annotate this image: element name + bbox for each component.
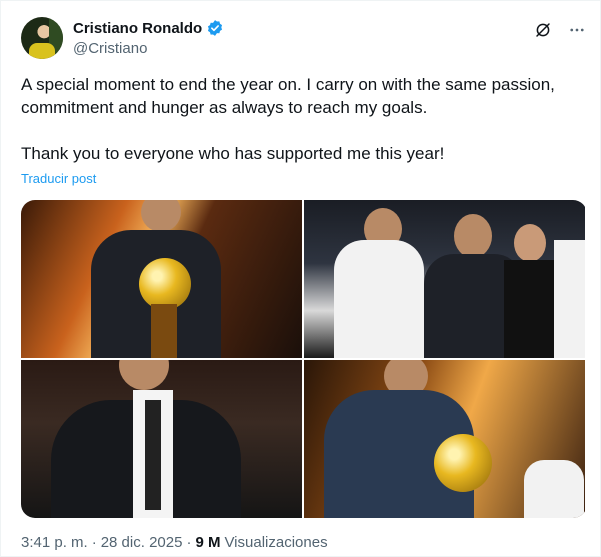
photo-ronaldo-stage[interactable] bbox=[304, 360, 585, 518]
tweet-text: A special moment to end the year on. I c… bbox=[21, 73, 581, 165]
photo-ronaldo-audience[interactable] bbox=[304, 200, 585, 358]
more-options-icon[interactable] bbox=[568, 21, 586, 39]
author-handle[interactable]: @Cristiano bbox=[73, 40, 147, 57]
views-label: Visualizaciones bbox=[224, 534, 328, 551]
media-grid bbox=[21, 200, 587, 518]
verified-badge-icon bbox=[208, 20, 223, 36]
tweet-time[interactable]: 3:41 p. m. bbox=[21, 534, 88, 551]
tweet-card: Cristiano Ronaldo @Cristiano A special m… bbox=[0, 0, 601, 557]
grok-icon[interactable] bbox=[534, 21, 552, 39]
author-name[interactable]: Cristiano Ronaldo bbox=[73, 20, 202, 37]
tweet-meta: 3:41 p. m. · 28 dic. 2025 · 9 M Visualiz… bbox=[21, 534, 328, 551]
author-avatar[interactable] bbox=[21, 17, 63, 59]
translate-post-link[interactable]: Traducir post bbox=[21, 171, 96, 186]
tweet-header: Cristiano Ronaldo @Cristiano bbox=[21, 15, 586, 61]
views-count: 9 M bbox=[195, 534, 221, 551]
photo-ronaldo-seated[interactable] bbox=[21, 360, 302, 518]
tweet-paragraph-2: Thank you to everyone who has supported … bbox=[21, 144, 445, 163]
tweet-paragraph-1: A special moment to end the year on. I c… bbox=[21, 75, 555, 117]
meta-separator: · bbox=[91, 534, 97, 551]
photo-ronaldo-trophy[interactable] bbox=[21, 200, 302, 358]
meta-separator: · bbox=[186, 534, 192, 551]
tweet-date[interactable]: 28 dic. 2025 bbox=[101, 534, 183, 551]
author-name-row: Cristiano Ronaldo bbox=[73, 19, 224, 37]
